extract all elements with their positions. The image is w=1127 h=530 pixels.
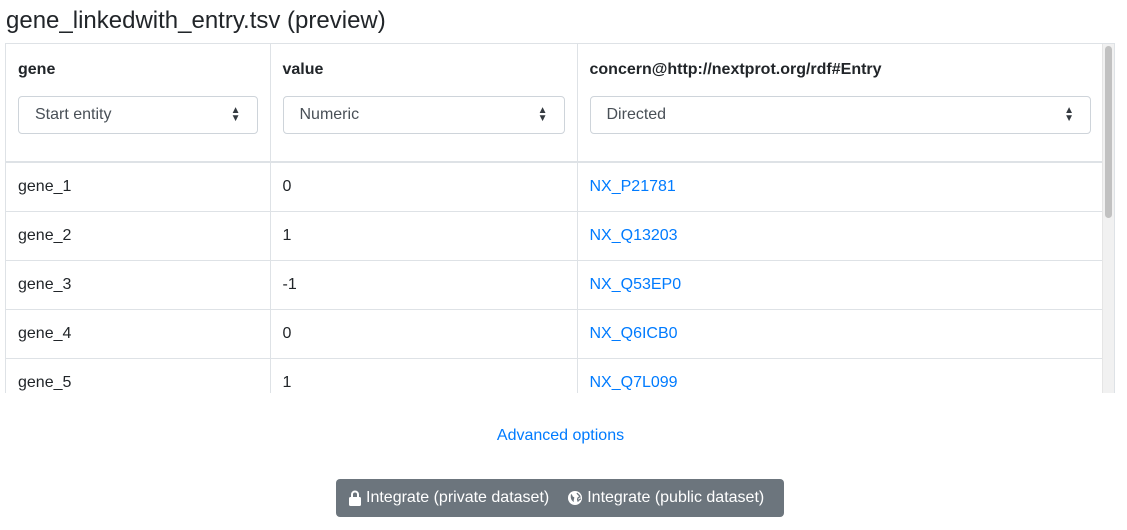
entry-link[interactable]: NX_Q7L099	[590, 374, 678, 391]
scrollbar-thumb[interactable]	[1105, 46, 1112, 218]
cell-value: 0	[270, 308, 578, 358]
cell-gene: gene_3	[6, 259, 271, 309]
advanced-options-row: Advanced options	[0, 426, 1121, 446]
chevron-updown-icon: ▲ ▼	[1064, 105, 1074, 124]
cell-gene: gene_1	[6, 162, 271, 211]
entry-link[interactable]: NX_Q53EP0	[590, 276, 682, 293]
entry-link[interactable]: NX_Q6ICB0	[590, 325, 678, 342]
cell-gene: gene_5	[6, 357, 271, 393]
column-type-select-value[interactable]: Numeric ▲ ▼	[282, 96, 565, 134]
chevron-updown-icon: ▲ ▼	[537, 105, 548, 124]
table-row: gene_5 1 NX_Q7L099	[6, 357, 1103, 393]
column-header-gene: gene Start entity ▲ ▼	[6, 44, 271, 163]
preview-table-container[interactable]: gene Start entity ▲ ▼ value Numeric ▲ ▼ co…	[5, 43, 1115, 393]
entry-link[interactable]: NX_P21781	[590, 178, 676, 195]
cell-entry: NX_P21781	[577, 162, 1103, 211]
cell-gene: gene_2	[6, 210, 271, 260]
globe-icon	[568, 491, 583, 505]
select-value: Directed	[606, 106, 667, 123]
column-label: value	[282, 61, 324, 78]
column-label: gene	[18, 61, 56, 78]
integrate-private-button[interactable]: Integrate (private dataset)	[336, 479, 555, 517]
column-label: concern@http://nextprot.org/rdf#Entry	[589, 61, 882, 78]
advanced-options-link[interactable]: Advanced options	[497, 427, 624, 444]
cell-value: 0	[270, 162, 578, 211]
entry-link[interactable]: NX_Q13203	[590, 227, 678, 244]
cell-value: -1	[270, 259, 578, 309]
cell-entry: NX_Q6ICB0	[577, 308, 1103, 358]
cell-value: 1	[270, 210, 578, 260]
chevron-updown-icon: ▲ ▼	[230, 105, 241, 124]
cell-entry: NX_Q53EP0	[577, 259, 1103, 309]
cell-entry: NX_Q7L099	[577, 357, 1103, 393]
preview-table: gene Start entity ▲ ▼ value Numeric ▲ ▼ co…	[6, 44, 1103, 393]
table-row: gene_1 0 NX_P21781	[6, 162, 1103, 211]
cell-entry: NX_Q13203	[577, 210, 1103, 260]
select-value: Numeric	[299, 106, 360, 123]
page-title: gene_linkedwith_entry.tsv (preview)	[6, 7, 386, 34]
column-type-select-gene[interactable]: Start entity ▲ ▼	[18, 96, 258, 134]
table-row: gene_4 0 NX_Q6ICB0	[6, 308, 1103, 358]
column-type-select-entry[interactable]: Directed ▲ ▼	[589, 96, 1091, 134]
column-header-value: value Numeric ▲ ▼	[270, 44, 578, 163]
cell-gene: gene_4	[6, 308, 271, 358]
integrate-private-label: Integrate (private dataset)	[366, 489, 550, 506]
integrate-public-label: Integrate (public dataset)	[587, 489, 765, 506]
integrate-button-group: Integrate (private dataset) Integrate (p…	[336, 479, 784, 517]
lock-icon	[349, 490, 361, 506]
cell-value: 1	[270, 357, 578, 393]
integrate-public-button[interactable]: Integrate (public dataset)	[555, 479, 770, 517]
select-value: Start entity	[35, 106, 112, 123]
column-header-entry: concern@http://nextprot.org/rdf#Entry Di…	[577, 44, 1103, 163]
table-row: gene_3 -1 NX_Q53EP0	[6, 259, 1103, 309]
vertical-scrollbar[interactable]	[1102, 44, 1114, 393]
table-header-row: gene Start entity ▲ ▼ value Numeric ▲ ▼ co…	[6, 44, 1103, 163]
table-row: gene_2 1 NX_Q13203	[6, 210, 1103, 260]
